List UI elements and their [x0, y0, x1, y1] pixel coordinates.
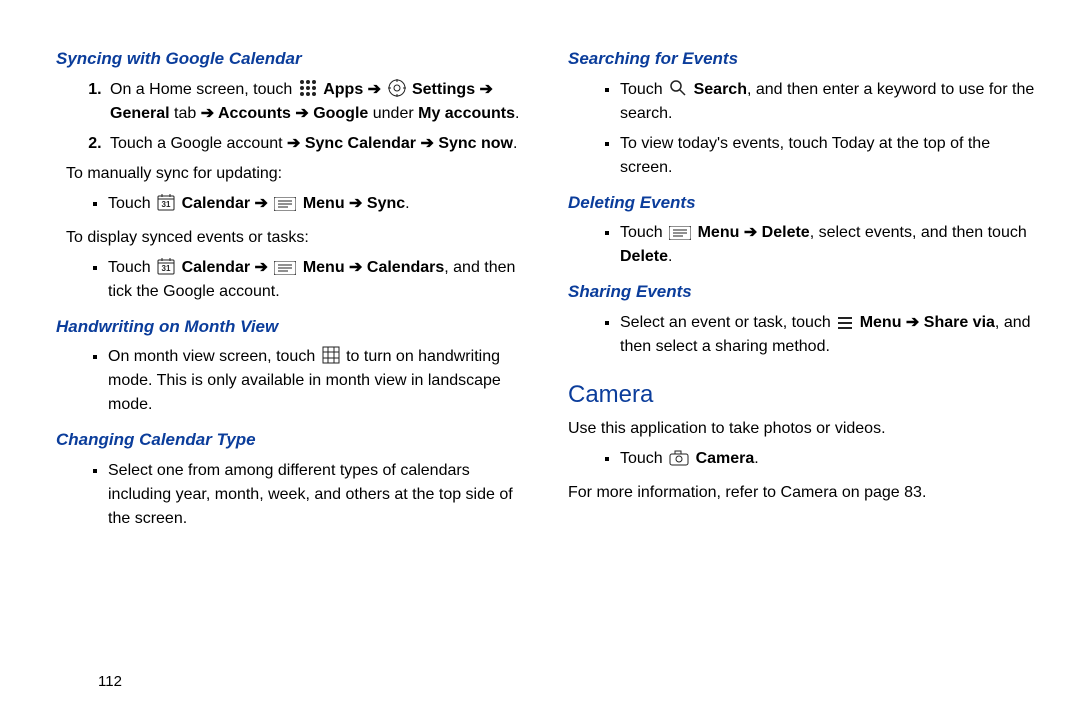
camera-touch: Touch	[620, 450, 667, 467]
deleting-list: Touch Menu Delete, select events, and th…	[568, 221, 1036, 269]
heading-deleting: Deleting Events	[568, 190, 1036, 216]
del-mid: , select events, and then touch	[810, 224, 1027, 241]
sharing-bullet: Select an event or task, touch Menu Shar…	[620, 311, 1036, 359]
grid-icon	[322, 346, 340, 364]
search-icon	[669, 79, 687, 97]
sync-now-label: Sync now	[438, 135, 513, 152]
menu-label-2: Menu	[303, 259, 345, 276]
display-list: Touch 31 Calendar Menu Calendars, and th…	[56, 256, 524, 304]
settings-label: Settings	[412, 81, 475, 98]
deleting-bullet: Touch Menu Delete, select events, and th…	[620, 221, 1036, 269]
accounts-label: Accounts	[218, 105, 291, 122]
manual-bullet: Touch 31 Calendar Menu Sync.	[108, 192, 524, 216]
del-menu: Menu	[698, 224, 740, 241]
heading-handwriting: Handwriting on Month View	[56, 314, 524, 340]
share-via: Share via	[924, 314, 995, 331]
menu-icon	[669, 226, 691, 240]
settings-icon	[388, 79, 406, 97]
general-label: General	[110, 105, 170, 122]
calendar-icon: 31	[157, 257, 175, 275]
camera-intro: Use this application to take photos or v…	[568, 417, 1036, 441]
handwriting-list: On month view screen, touch to turn on h…	[56, 345, 524, 417]
searching-bullet-2: To view today's events, touch Today at t…	[620, 132, 1036, 180]
searching-list: Touch Search, and then enter a keyword t…	[568, 78, 1036, 180]
camera-xref: Camera	[781, 484, 838, 501]
del-touch: Touch	[620, 224, 667, 241]
step2-pre: Touch a Google account	[110, 135, 283, 152]
menu-icon	[274, 261, 296, 275]
search-touch: Touch	[620, 81, 667, 98]
display-intro: To display synced events or tasks:	[66, 226, 524, 250]
heading-sharing: Sharing Events	[568, 279, 1036, 305]
share-menu: Menu	[860, 314, 902, 331]
camera-list: Touch Camera.	[568, 447, 1036, 471]
heading-camera: Camera	[568, 377, 1036, 413]
syncing-steps: On a Home screen, touch Apps Settings Ge…	[56, 78, 524, 156]
share-pre: Select an event or task, touch	[620, 314, 835, 331]
display-bullet: Touch 31 Calendar Menu Calendars, and th…	[108, 256, 524, 304]
step-1: On a Home screen, touch Apps Settings Ge…	[106, 78, 524, 126]
menu-icon	[274, 197, 296, 211]
del-period: .	[668, 248, 672, 265]
handwriting-bullet: On month view screen, touch to turn on h…	[108, 345, 524, 417]
google-label: Google	[313, 105, 368, 122]
searching-bullet-1: Touch Search, and then enter a keyword t…	[620, 78, 1036, 126]
step-2: Touch a Google account Sync Calendar Syn…	[106, 132, 524, 156]
sharing-list: Select an event or task, touch Menu Shar…	[568, 311, 1036, 359]
under-text: under	[368, 105, 418, 122]
calendar-icon: 31	[157, 193, 175, 211]
camera-more: For more information, refer to Camera on…	[568, 481, 1036, 505]
touch-text: Touch	[108, 195, 155, 212]
del-delete2: Delete	[620, 248, 668, 265]
camera-icon	[669, 450, 689, 466]
menu-label: Menu	[303, 195, 345, 212]
changing-bullet: Select one from among different types of…	[108, 459, 524, 531]
apps-label: Apps	[323, 81, 363, 98]
onpage-text: on page 83.	[837, 484, 926, 501]
handwriting-pre: On month view screen, touch	[108, 348, 320, 365]
sync-calendar-label: Sync Calendar	[305, 135, 416, 152]
calendar-label-2: Calendar	[182, 259, 250, 276]
right-column: Searching for Events Touch Search, and t…	[546, 40, 1036, 700]
heading-syncing: Syncing with Google Calendar	[56, 46, 524, 72]
calendars-label: Calendars	[367, 259, 444, 276]
camera-bullet: Touch Camera.	[620, 447, 1036, 471]
step2-period: .	[513, 135, 517, 152]
camera-period: .	[754, 450, 758, 467]
step1-period: .	[515, 105, 519, 122]
heading-searching: Searching for Events	[568, 46, 1036, 72]
sync-label: Sync	[367, 195, 405, 212]
page-number: 112	[98, 673, 122, 690]
camera-label: Camera	[696, 450, 755, 467]
svg-text:31: 31	[162, 264, 171, 273]
tab-text: tab	[170, 105, 197, 122]
svg-text:31: 31	[162, 200, 171, 209]
myaccounts-label: My accounts	[418, 105, 515, 122]
apps-icon	[299, 79, 317, 97]
manual-list: Touch 31 Calendar Menu Sync.	[56, 192, 524, 216]
del-delete: Delete	[762, 224, 810, 241]
search-label: Search	[694, 81, 747, 98]
changing-list: Select one from among different types of…	[56, 459, 524, 531]
calendar-label: Calendar	[182, 195, 250, 212]
left-column: Syncing with Google Calendar On a Home s…	[56, 40, 546, 700]
manual-intro: To manually sync for updating:	[66, 162, 524, 186]
touch-text-2: Touch	[108, 259, 155, 276]
more-text: For more information, refer to	[568, 484, 781, 501]
heading-changing: Changing Calendar Type	[56, 427, 524, 453]
manual-period: .	[405, 195, 409, 212]
manual-page: Syncing with Google Calendar On a Home s…	[0, 0, 1080, 720]
hamburger-icon	[837, 316, 853, 330]
step1-pre: On a Home screen, touch	[110, 81, 297, 98]
